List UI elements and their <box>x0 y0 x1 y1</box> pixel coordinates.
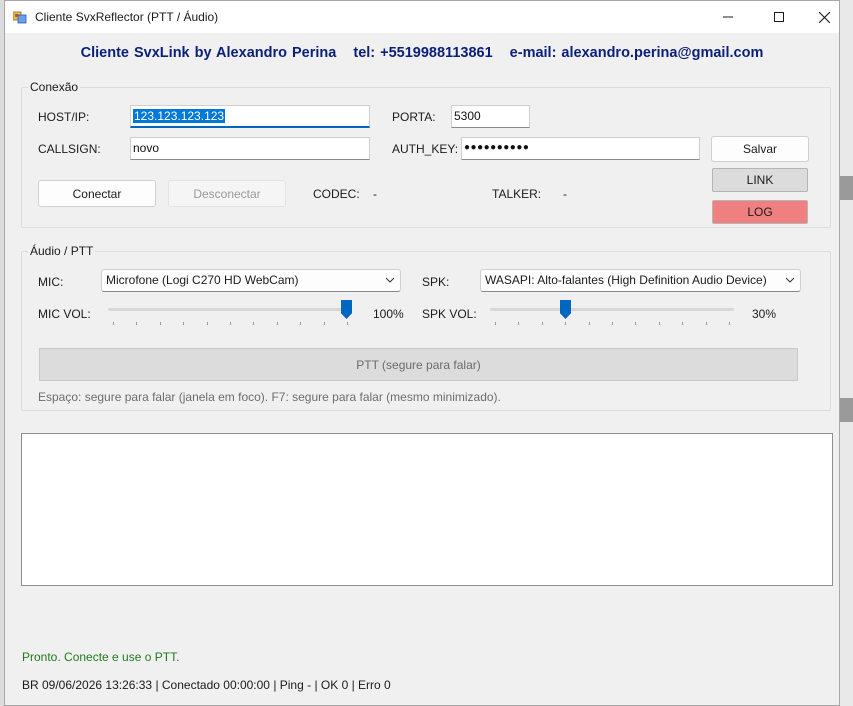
maximize-icon <box>774 12 784 22</box>
slider-tick <box>729 322 730 325</box>
talker-value: - <box>563 187 567 201</box>
porta-label: PORTA: <box>392 110 436 124</box>
slider-tick <box>347 322 348 325</box>
mic-label: MIC: <box>38 275 64 289</box>
main-window: Cliente SvxReflector (PTT / Áudio) Clien… <box>4 0 840 706</box>
talker-label: TALKER: <box>492 187 542 201</box>
disconnect-button[interactable]: Desconectar <box>168 180 286 207</box>
background-window-right <box>840 0 853 706</box>
spk-selected-value: WASAPI: Alto-falantes (High Definition A… <box>485 273 767 287</box>
log-indicator[interactable]: LOG <box>712 200 808 224</box>
chevron-down-icon <box>386 277 394 283</box>
slider-tick <box>183 322 184 325</box>
status-bar: BR 09/06/2026 13:26:33 | Conectado 00:00… <box>22 678 391 692</box>
mic-selected-value: Microfone (Logi C270 HD WebCam) <box>106 273 299 287</box>
spk-select[interactable]: WASAPI: Alto-falantes (High Definition A… <box>480 269 801 292</box>
slider-tick <box>542 322 543 325</box>
header-banner: Cliente SvxLink by Alexandro Perina tel:… <box>5 45 839 61</box>
slider-track <box>108 308 352 311</box>
maximize-button[interactable] <box>756 1 802 33</box>
spk-label: SPK: <box>422 275 450 289</box>
author-name: Cliente SvxLink by Alexandro Perina <box>80 45 337 61</box>
slider-tick <box>230 322 231 325</box>
background-window-fragment <box>840 398 853 422</box>
status-message: Pronto. Conecte e use o PTT. <box>22 650 180 664</box>
slider-tick <box>589 322 590 325</box>
slider-tick <box>682 322 683 325</box>
mic-select[interactable]: Microfone (Logi C270 HD WebCam) <box>101 269 401 292</box>
author-phone: tel: +5519988113861 <box>353 45 493 61</box>
chevron-down-icon <box>786 277 794 283</box>
slider-tick <box>659 322 660 325</box>
slider-tick <box>706 322 707 325</box>
mic-vol-value: 100% <box>373 307 404 321</box>
slider-tick <box>300 322 301 325</box>
connection-group-label: Conexão <box>28 80 81 94</box>
link-indicator: LINK <box>712 168 808 192</box>
codec-value: - <box>373 187 377 201</box>
slider-track <box>490 308 734 311</box>
minimize-button[interactable] <box>705 1 751 33</box>
slider-tick <box>565 322 566 325</box>
title-bar: Cliente SvxReflector (PTT / Áudio) <box>5 1 839 33</box>
slider-tick <box>324 322 325 325</box>
slider-tick <box>113 322 114 325</box>
callsign-input[interactable]: novo <box>130 137 370 160</box>
slider-thumb[interactable] <box>341 300 352 319</box>
author-email: e-mail: alexandro.perina@gmail.com <box>509 45 764 61</box>
audio-group-label: Áudio / PTT <box>28 244 96 258</box>
slider-tick <box>495 322 496 325</box>
spk-volume-slider[interactable] <box>490 300 734 325</box>
callsign-label: CALLSIGN: <box>38 142 101 156</box>
slider-tick <box>277 322 278 325</box>
spk-vol-label: SPK VOL: <box>422 307 477 321</box>
slider-tick <box>518 322 519 325</box>
slider-tick <box>207 322 208 325</box>
mic-vol-label: MIC VOL: <box>38 307 91 321</box>
log-textbox[interactable] <box>21 433 833 586</box>
slider-tick <box>635 322 636 325</box>
host-label: HOST/IP: <box>38 110 90 124</box>
mic-volume-slider[interactable] <box>108 300 352 325</box>
slider-tick <box>160 322 161 325</box>
close-button[interactable] <box>801 1 847 33</box>
auth-key-input[interactable]: ●●●●●●●●●● <box>461 137 700 160</box>
background-window-fragment <box>840 176 853 200</box>
minimize-icon <box>723 16 733 18</box>
auth-key-label: AUTH_KEY: <box>392 142 459 156</box>
ptt-button[interactable]: PTT (segure para falar) <box>39 348 798 381</box>
ptt-hint: Espaço: segure para falar (janela em foc… <box>38 390 501 404</box>
host-value: 123.123.123.123 <box>133 109 226 123</box>
app-icon <box>13 11 27 24</box>
codec-label: CODEC: <box>313 187 360 201</box>
slider-tick <box>612 322 613 325</box>
porta-input[interactable]: 5300 <box>451 105 530 128</box>
window-title: Cliente SvxReflector (PTT / Áudio) <box>35 10 219 24</box>
slider-tick <box>136 322 137 325</box>
close-icon <box>818 11 830 23</box>
connect-button[interactable]: Conectar <box>38 180 156 207</box>
slider-tick <box>253 322 254 325</box>
slider-thumb[interactable] <box>560 300 571 319</box>
save-button[interactable]: Salvar <box>711 136 809 162</box>
host-input[interactable]: 123.123.123.123 <box>130 105 370 128</box>
spk-vol-value: 30% <box>752 307 777 321</box>
